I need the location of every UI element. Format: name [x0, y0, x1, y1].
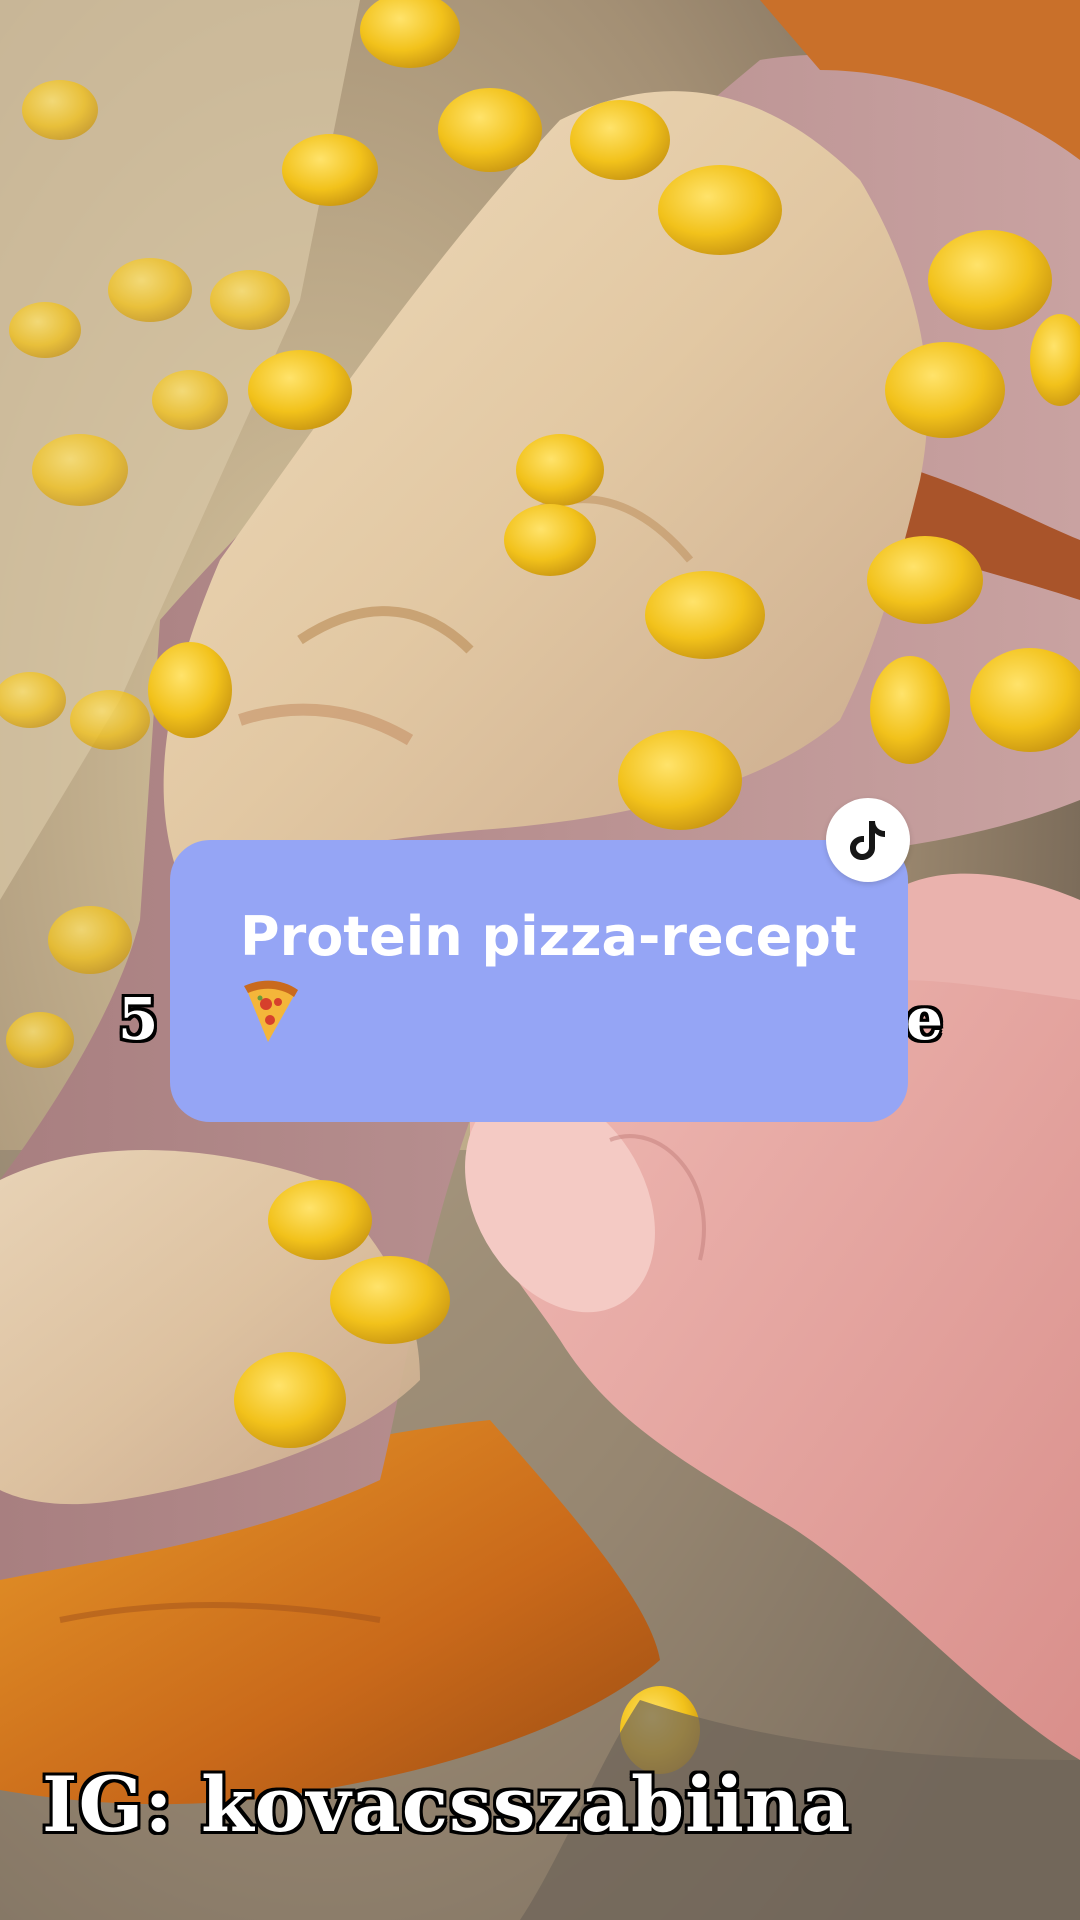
- instagram-handle: IG: kovacsszabiina: [42, 1760, 852, 1849]
- recipe-title-card: Protein pizza-recept: [170, 840, 908, 1122]
- caption-fragment-left: 5: [118, 985, 159, 1053]
- caption-fragment-right: e: [906, 985, 943, 1053]
- tiktok-logo-icon: [826, 798, 910, 882]
- pizza-slice-icon: [240, 978, 300, 1044]
- recipe-title: Protein pizza-recept: [240, 905, 857, 968]
